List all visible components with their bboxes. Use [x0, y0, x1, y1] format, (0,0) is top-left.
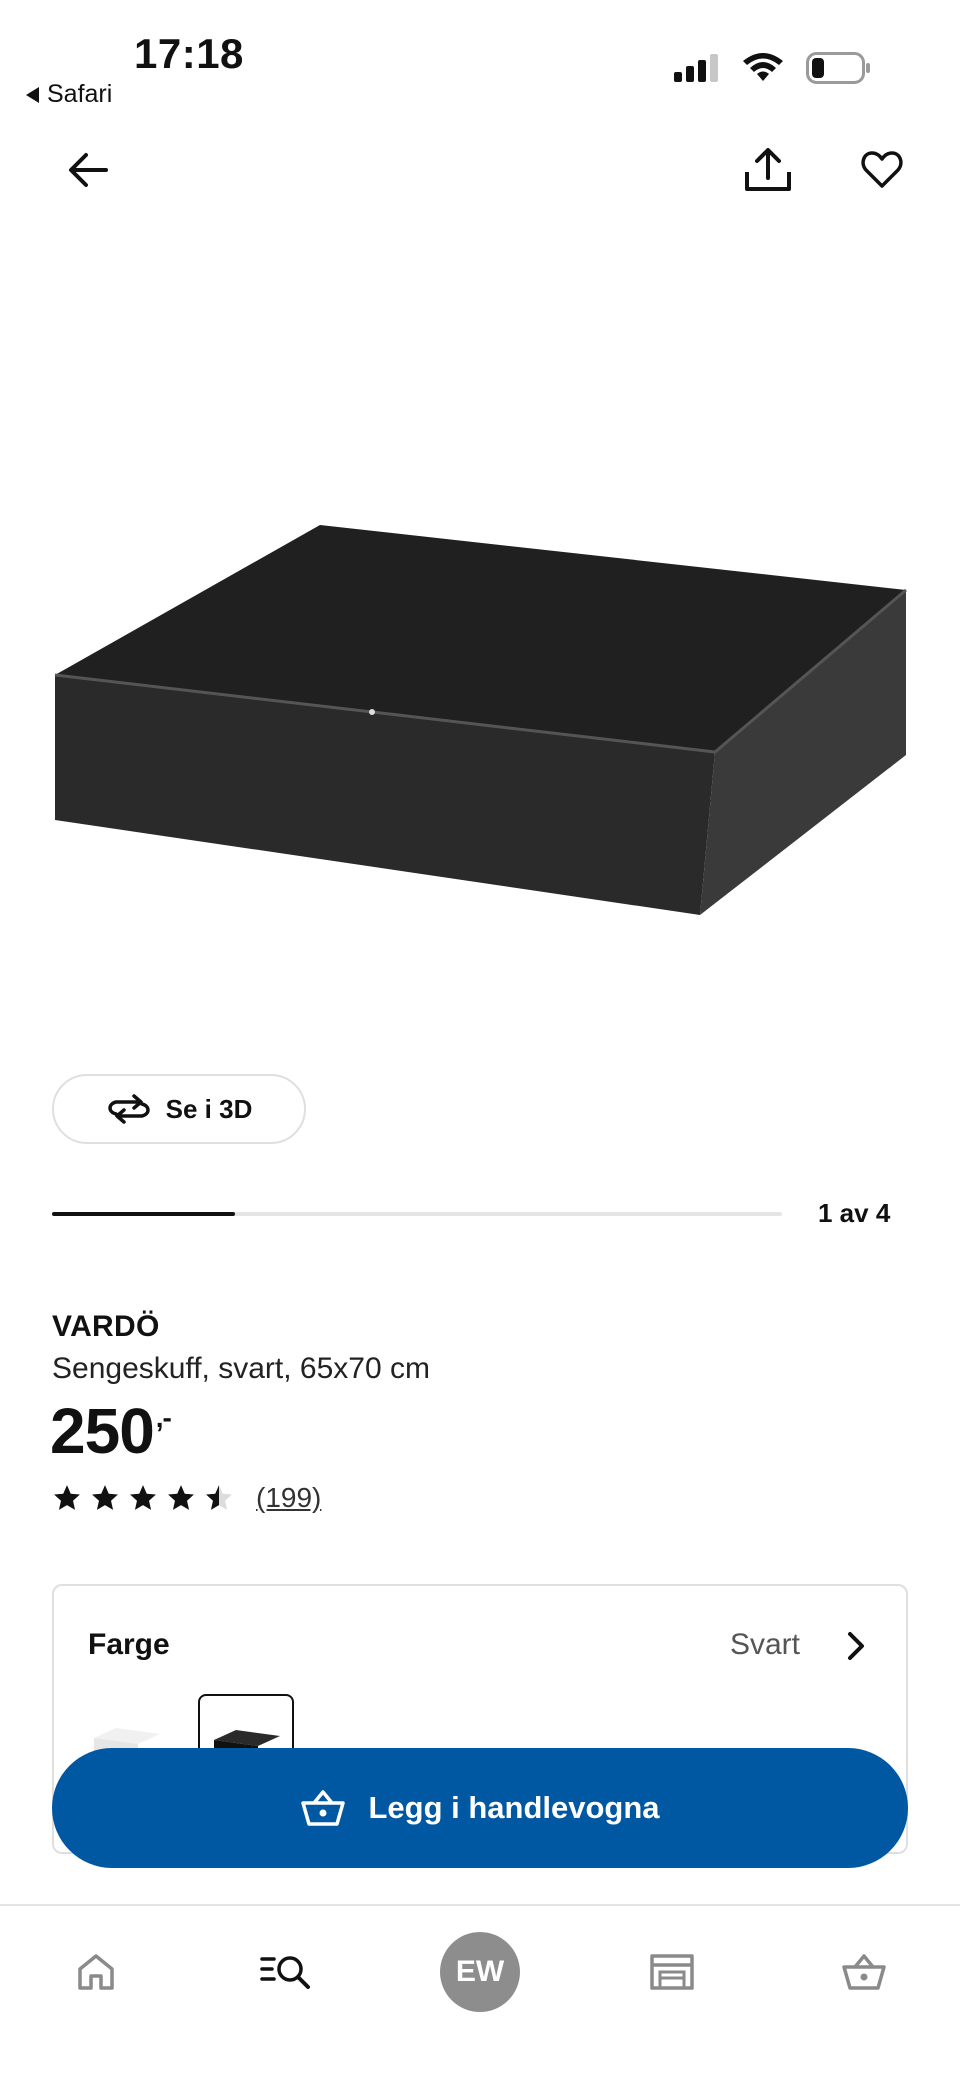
- back-arrow-icon: [69, 153, 108, 187]
- back-button[interactable]: [56, 138, 120, 202]
- rotate-3d-icon: [107, 1094, 150, 1124]
- price-suffix: ,-: [155, 1402, 172, 1433]
- product-name: VARDÖ: [52, 1310, 160, 1343]
- star-icon: [206, 1485, 232, 1510]
- gallery-counter: 1 av 4: [818, 1198, 891, 1228]
- status-icons: [674, 52, 872, 84]
- basket-icon: [301, 1790, 346, 1826]
- back-triangle-icon: [26, 86, 39, 103]
- battery-icon: [806, 52, 870, 84]
- share-icon: [745, 148, 791, 191]
- back-to-app-link[interactable]: Safari: [26, 80, 112, 109]
- store-icon: [650, 1954, 694, 1990]
- price-value: 250: [50, 1395, 155, 1467]
- cart-basket-icon: [842, 1954, 886, 1990]
- gallery-progress: [52, 1212, 782, 1216]
- product-image[interactable]: [40, 500, 920, 930]
- color-label: Farge: [88, 1628, 170, 1661]
- gallery-progress-fill: [52, 1212, 235, 1216]
- star-icon: [92, 1485, 118, 1510]
- product-description: Sengeskuff, svart, 65x70 cm: [52, 1352, 430, 1385]
- star-icon: [54, 1485, 80, 1510]
- nav-search[interactable]: [246, 1932, 326, 2012]
- search-icon: [260, 1956, 310, 1989]
- star-icon: [130, 1485, 156, 1510]
- chevron-right-icon[interactable]: [836, 1626, 876, 1666]
- nav-home[interactable]: [56, 1932, 136, 2012]
- product-price: 250,-: [50, 1394, 172, 1468]
- nav-stores[interactable]: [632, 1932, 712, 2012]
- add-to-cart-button[interactable]: Legg i handlevogna: [52, 1748, 908, 1868]
- nav-profile[interactable]: EW: [440, 1932, 520, 2012]
- cellular-icon: [674, 54, 718, 82]
- back-app-label: Safari: [47, 80, 113, 108]
- review-count-link[interactable]: (199): [256, 1482, 321, 1514]
- rating-stars: [52, 1484, 234, 1512]
- status-time: 17:18: [134, 30, 244, 77]
- rating[interactable]: (199): [52, 1482, 321, 1514]
- star-icon: [168, 1485, 194, 1510]
- bottom-nav: EW: [0, 1906, 960, 2046]
- color-value: Svart: [729, 1628, 800, 1661]
- view-3d-button[interactable]: Se i 3D: [52, 1074, 306, 1144]
- favourite-button[interactable]: [850, 138, 914, 202]
- share-button[interactable]: [736, 138, 800, 202]
- avatar: EW: [440, 1932, 520, 2012]
- add-to-cart-label: Legg i handlevogna: [368, 1790, 660, 1825]
- nav-cart[interactable]: [824, 1932, 904, 2012]
- heart-icon: [861, 151, 903, 188]
- view-3d-label: Se i 3D: [165, 1093, 253, 1124]
- wifi-icon: [743, 53, 783, 81]
- home-icon: [78, 1954, 114, 1990]
